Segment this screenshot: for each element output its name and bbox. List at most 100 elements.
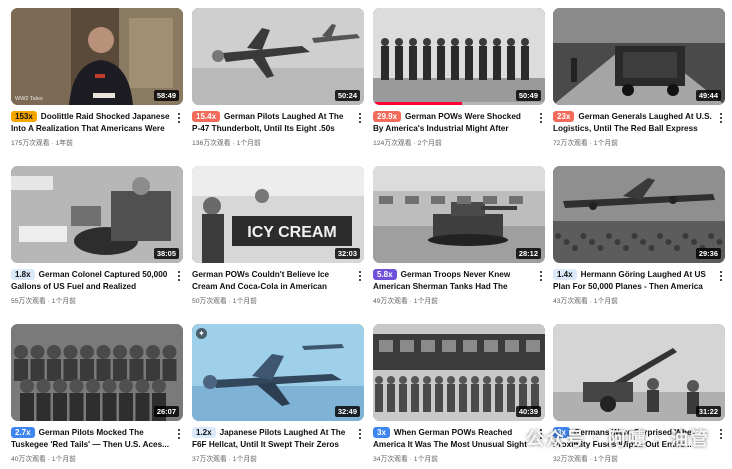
video-card[interactable]: 50:24 15.4x German Pilots Laughed At The P…: [192, 8, 364, 147]
video-card[interactable]: 29:36 1.4x Hermann Göring Laughed At US Pl…: [553, 166, 725, 305]
video-card[interactable]: ✦ 32:49 1.2x Japanese Pilots Laughed At The…: [192, 324, 364, 463]
video-title-block[interactable]: 153x Doolittle Raid Shocked Japanese Into…: [11, 111, 171, 135]
upload-age: 1个月前: [593, 298, 618, 305]
view-count: 124万次观看: [373, 140, 412, 147]
more-options-icon[interactable]: [717, 271, 725, 283]
view-count: 49万次观看: [373, 298, 408, 305]
video-title-block[interactable]: German POWs Couldn't Believe Ice Cream A…: [192, 269, 352, 293]
more-options-icon[interactable]: [356, 429, 364, 441]
view-count: 136万次观看: [192, 140, 231, 147]
sparkle-icon: ✦: [196, 328, 207, 339]
video-duration: 50:49: [515, 90, 541, 101]
video-title[interactable]: German Generals Laughed At U.S. Logistic…: [553, 112, 712, 135]
video-meta: 5.8x German Troops Never Knew American Sh…: [373, 263, 545, 305]
video-title[interactable]: When German POWs Reached America It Was …: [373, 428, 527, 451]
upload-age: 2个月前: [417, 140, 442, 147]
video-duration: 26:07: [153, 406, 179, 417]
video-card[interactable]: 50:49 29.9x German POWs Were Shocked By Am…: [373, 8, 545, 147]
view-count: 72万次观看: [553, 140, 588, 147]
outlier-multiplier-badge: 23x: [553, 111, 575, 122]
upload-age: 1个月前: [51, 456, 76, 463]
upload-age: 1个月前: [232, 298, 257, 305]
more-options-icon[interactable]: [356, 271, 364, 283]
more-options-icon[interactable]: [175, 113, 183, 125]
view-count: 55万次观看: [11, 298, 46, 305]
more-options-icon[interactable]: [537, 271, 545, 283]
video-stats: 40万次观看 · 1个月前: [11, 453, 171, 463]
upload-age: 1个月前: [51, 298, 76, 305]
view-count: 32万次观看: [553, 456, 588, 463]
video-thumbnail[interactable]: 50:24: [192, 8, 364, 105]
video-title-block[interactable]: 15.4x German Pilots Laughed At The P-47 T…: [192, 111, 352, 135]
more-options-icon[interactable]: [175, 429, 183, 441]
upload-age: 1个月前: [593, 140, 618, 147]
video-stats: 124万次观看 · 2个月前: [373, 137, 533, 147]
video-card[interactable]: 49:44 23x German Generals Laughed At U.S. …: [553, 8, 725, 147]
video-thumbnail[interactable]: ICY CREAM 32:03: [192, 166, 364, 263]
upload-age: 1个月前: [413, 456, 438, 463]
video-stats: 34万次观看 · 1个月前: [373, 453, 533, 463]
video-thumbnail[interactable]: 49:44: [553, 8, 725, 105]
video-thumbnail[interactable]: 28:12: [373, 166, 545, 263]
video-thumbnail[interactable]: 38:05: [11, 166, 183, 263]
video-duration: 40:39: [515, 406, 541, 417]
outlier-multiplier-badge: 15.4x: [192, 111, 221, 122]
outlier-multiplier-badge: 29.9x: [373, 111, 402, 122]
video-meta: 1.8x German Colonel Captured 50,000 Gallo…: [11, 263, 183, 305]
outlier-multiplier-badge: 153x: [11, 111, 37, 122]
video-card[interactable]: ICY CREAM 32:03 German POWs Couldn't Belie…: [192, 166, 364, 305]
more-options-icon[interactable]: [717, 113, 725, 125]
thumbnail-channel-label: WW2 Tales: [15, 96, 43, 102]
video-title-block[interactable]: 1.4x Hermann Göring Laughed At US Plan Fo…: [553, 269, 713, 293]
outlier-multiplier-badge: 3x: [373, 427, 390, 438]
video-meta: 23x German Generals Laughed At U.S. Logis…: [553, 105, 725, 147]
video-title[interactable]: German POWs Couldn't Believe Ice Cream A…: [192, 270, 329, 293]
video-thumbnail[interactable]: 29:36: [553, 166, 725, 263]
video-title[interactable]: German Pilots Mocked The Tuskegee 'Red T…: [11, 428, 169, 449]
upload-age: 1年前: [55, 140, 73, 147]
video-meta: 1.4x Hermann Göring Laughed At US Plan Fo…: [553, 263, 725, 305]
video-card[interactable]: WW2 Tales 58:49 153x Doolittle Raid Shocked…: [11, 8, 183, 147]
video-title-block[interactable]: 2.7x German Pilots Mocked The Tuskegee 'R…: [11, 427, 171, 451]
more-options-icon[interactable]: [717, 429, 725, 441]
video-meta: 29.9x German POWs Were Shocked By America…: [373, 105, 545, 147]
video-duration: 58:49: [153, 90, 179, 101]
video-thumbnail[interactable]: 50:49: [373, 8, 545, 105]
video-card[interactable]: 40:39 3x When German POWs Reached America …: [373, 324, 545, 463]
video-title-block[interactable]: 3x When German POWs Reached America It Wa…: [373, 427, 533, 451]
video-card[interactable]: 38:05 1.8x German Colonel Captured 50,000 …: [11, 166, 183, 305]
video-title-block[interactable]: 23x German Generals Laughed At U.S. Logis…: [553, 111, 713, 135]
more-options-icon[interactable]: [356, 113, 364, 125]
video-stats: 136万次观看 · 1个月前: [192, 137, 352, 147]
video-meta: 1.2x Japanese Pilots Laughed At The F6F H…: [192, 421, 364, 463]
video-duration: 29:36: [695, 248, 721, 259]
view-count: 37万次观看: [192, 456, 227, 463]
video-stats: 50万次观看 · 1个月前: [192, 295, 352, 305]
upload-age: 1个月前: [236, 140, 261, 147]
upload-age: 1个月前: [413, 298, 438, 305]
video-stats: 72万次观看 · 1个月前: [553, 137, 713, 147]
video-duration: 28:12: [515, 248, 541, 259]
video-thumbnail[interactable]: WW2 Tales 58:49: [11, 8, 183, 105]
upload-age: 1个月前: [232, 456, 257, 463]
more-options-icon[interactable]: [175, 271, 183, 283]
view-count: 50万次观看: [192, 298, 227, 305]
video-thumbnail[interactable]: 40:39: [373, 324, 545, 421]
video-title-block[interactable]: 1.2x Japanese Pilots Laughed At The F6F H…: [192, 427, 352, 451]
more-options-icon[interactable]: [537, 113, 545, 125]
video-thumbnail[interactable]: 31:22: [553, 324, 725, 421]
video-thumbnail[interactable]: ✦ 32:49: [192, 324, 364, 421]
view-count: 34万次观看: [373, 456, 408, 463]
video-title-block[interactable]: 5.8x German Troops Never Knew American Sh…: [373, 269, 533, 293]
video-title-block[interactable]: 29.9x German POWs Were Shocked By America…: [373, 111, 533, 135]
video-duration: 31:22: [695, 406, 721, 417]
video-meta: 3x When German POWs Reached America It Wa…: [373, 421, 545, 463]
video-title-block[interactable]: 1.8x German Colonel Captured 50,000 Gallo…: [11, 269, 171, 293]
upload-age: 1个月前: [593, 456, 618, 463]
video-meta: 153x Doolittle Raid Shocked Japanese Into…: [11, 105, 183, 147]
video-thumbnail[interactable]: 26:07: [11, 324, 183, 421]
video-card[interactable]: 28:12 5.8x German Troops Never Knew Americ…: [373, 166, 545, 305]
video-grid: WW2 Tales 58:49 153x Doolittle Raid Shocked…: [0, 0, 732, 469]
video-card[interactable]: 26:07 2.7x German Pilots Mocked The Tuskeg…: [11, 324, 183, 463]
video-duration: 50:24: [334, 90, 360, 101]
